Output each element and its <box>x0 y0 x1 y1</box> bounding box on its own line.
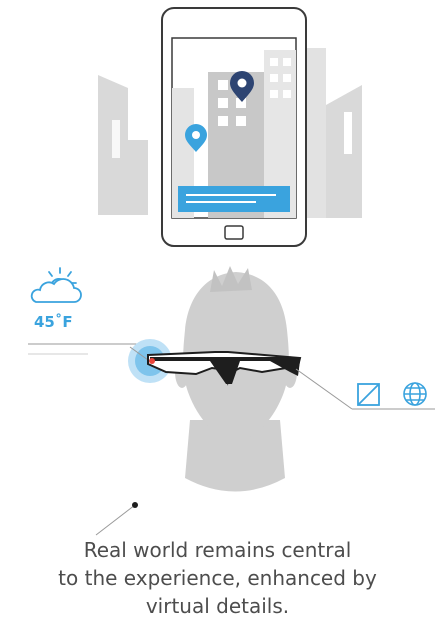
smartphone <box>161 7 307 247</box>
globe-icon <box>403 382 427 406</box>
caption-line-1: Real world remains central <box>83 538 352 562</box>
caption-line-3: virtual details. <box>145 594 290 618</box>
temperature-label: 45˚F <box>34 313 73 331</box>
home-button <box>224 225 244 240</box>
cloud-sun-icon <box>30 267 82 303</box>
caption-pointer-dot <box>132 502 138 508</box>
caption-line-2: to the experience, enhanced by <box>58 566 377 590</box>
caption-text: Real world remains central to the experi… <box>0 536 435 620</box>
caption-pointer-line <box>95 504 136 536</box>
image-frame-icon <box>357 383 380 406</box>
illustration: 45˚F <box>28 7 435 536</box>
hud-display-dot <box>149 358 155 364</box>
hud-leader-line-right <box>295 368 353 410</box>
info-card <box>178 186 290 212</box>
head-silhouette <box>175 266 297 492</box>
